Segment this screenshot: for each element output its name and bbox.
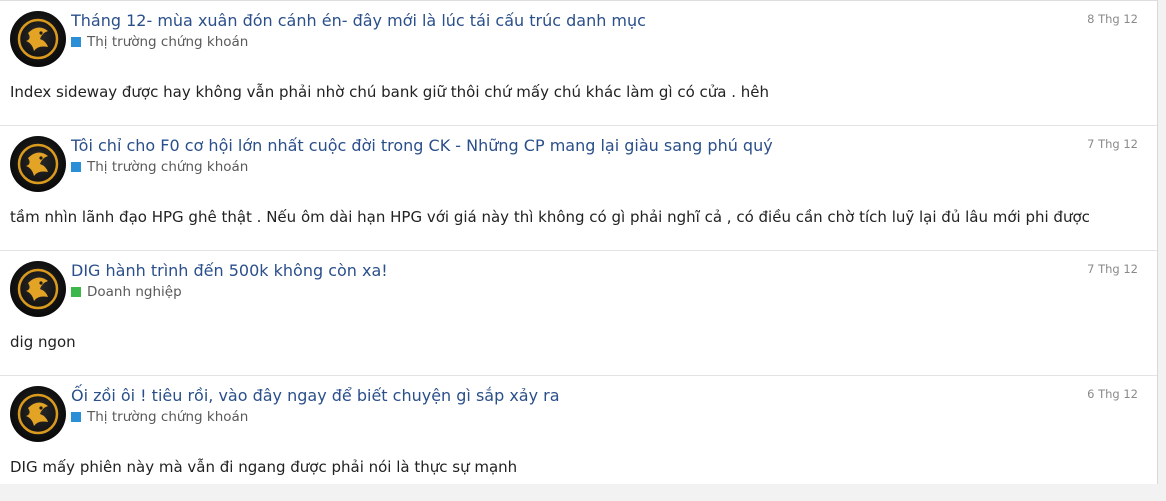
forum-tag[interactable]: Thị trường chứng khoán xyxy=(71,409,248,425)
post-date: 6 Thg 12 xyxy=(1087,387,1138,401)
dragon-logo-icon xyxy=(17,393,59,435)
post-date: 7 Thg 12 xyxy=(1087,262,1138,276)
forum-color-square-icon xyxy=(71,162,81,172)
post-date: 7 Thg 12 xyxy=(1087,137,1138,151)
post-date: 8 Thg 12 xyxy=(1087,12,1138,26)
post-list: Tháng 12- mùa xuân đón cánh én- đây mới … xyxy=(0,0,1158,484)
post-snippet: Index sideway được hay không vẫn phải nh… xyxy=(10,83,770,101)
avatar[interactable] xyxy=(10,11,66,67)
post-snippet: tầm nhìn lãnh đạo HPG ghê thật . Nếu ôm … xyxy=(10,208,1090,226)
forum-tag[interactable]: Thị trường chứng khoán xyxy=(71,34,248,50)
forum-tag[interactable]: Doanh nghiệp xyxy=(71,284,182,300)
avatar[interactable] xyxy=(10,386,66,442)
thread-title-link[interactable]: Tôi chỉ cho F0 cơ hội lớn nhất cuộc đời … xyxy=(71,136,773,155)
avatar[interactable] xyxy=(10,136,66,192)
forum-color-square-icon xyxy=(71,37,81,47)
forum-color-square-icon xyxy=(71,412,81,422)
list-item: Tôi chỉ cho F0 cơ hội lớn nhất cuộc đời … xyxy=(0,126,1157,251)
forum-tag-label: Doanh nghiệp xyxy=(87,284,182,300)
forum-tag-label: Thị trường chứng khoán xyxy=(87,409,249,425)
dragon-logo-icon xyxy=(17,18,59,60)
forum-tag[interactable]: Thị trường chứng khoán xyxy=(71,159,248,175)
forum-tag-label: Thị trường chứng khoán xyxy=(87,34,249,50)
post-snippet: dig ngon xyxy=(10,333,76,351)
avatar[interactable] xyxy=(10,261,66,317)
thread-title-link[interactable]: DIG hành trình đến 500k không còn xa! xyxy=(71,261,388,280)
thread-title-link[interactable]: Tháng 12- mùa xuân đón cánh én- đây mới … xyxy=(71,11,646,30)
post-snippet: DIG mấy phiên này mà vẫn đi ngang được p… xyxy=(10,458,518,476)
list-item: DIG hành trình đến 500k không còn xa! Do… xyxy=(0,251,1157,376)
dragon-logo-icon xyxy=(17,143,59,185)
list-item: Tháng 12- mùa xuân đón cánh én- đây mới … xyxy=(0,1,1157,126)
forum-tag-label: Thị trường chứng khoán xyxy=(87,159,249,175)
dragon-logo-icon xyxy=(17,268,59,310)
list-item: Ối zồi ôi ! tiêu rồi, vào đây ngay để bi… xyxy=(0,376,1157,501)
forum-color-square-icon xyxy=(71,287,81,297)
thread-title-link[interactable]: Ối zồi ôi ! tiêu rồi, vào đây ngay để bi… xyxy=(71,386,560,405)
